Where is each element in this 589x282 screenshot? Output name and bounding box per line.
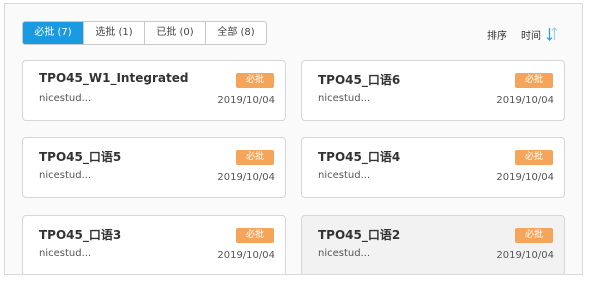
card-date: 2019/10/04	[217, 95, 275, 106]
card-author: nicestud...	[39, 248, 92, 259]
must-review-badge: 必批	[236, 150, 274, 165]
card-title: TPO45_口语4	[318, 150, 401, 164]
card-author: nicestud...	[318, 248, 371, 259]
must-review-badge: 必批	[515, 150, 553, 165]
card-title: TPO45_口语5	[39, 150, 122, 164]
assignment-card[interactable]: TPO45_口语3 必批 nicestud... 2019/10/04	[22, 215, 286, 274]
tab-optional-review[interactable]: 选批 (1)	[84, 22, 145, 44]
card-title: TPO45_口语2	[318, 228, 401, 242]
assignment-card[interactable]: TPO45_口语5 必批 nicestud... 2019/10/04	[22, 137, 286, 198]
card-date: 2019/10/04	[496, 172, 554, 183]
tab-must-review[interactable]: 必批 (7)	[23, 22, 84, 44]
card-title: TPO45_W1_Integrated	[39, 71, 189, 85]
card-date: 2019/10/04	[217, 250, 275, 261]
homework-panel: 必批 (7) 选批 (1) 已批 (0) 全部 (8) 排序 时间 TPO45_…	[4, 3, 583, 275]
card-date: 2019/10/04	[496, 250, 554, 261]
sort-by-time[interactable]: 时间	[521, 27, 541, 42]
card-date: 2019/10/04	[217, 172, 275, 183]
must-review-badge: 必批	[236, 228, 274, 243]
assignment-card[interactable]: TPO45_口语6 必批 nicestud... 2019/10/04	[301, 60, 565, 121]
tab-all[interactable]: 全部 (8)	[206, 22, 266, 44]
filter-tabs: 必批 (7) 选批 (1) 已批 (0) 全部 (8)	[22, 21, 267, 45]
card-title: TPO45_口语6	[318, 73, 401, 87]
must-review-badge: 必批	[515, 228, 553, 243]
must-review-badge: 必批	[236, 73, 274, 88]
card-author: nicestud...	[318, 170, 371, 181]
sort-label: 排序	[487, 30, 507, 42]
assignment-card[interactable]: TPO45_口语2 必批 nicestud... 2019/10/04	[301, 215, 565, 274]
card-date: 2019/10/04	[496, 95, 554, 106]
assignment-card[interactable]: TPO45_口语4 必批 nicestud... 2019/10/04	[301, 137, 565, 198]
sort-bar: 排序 时间	[487, 26, 558, 42]
tab-reviewed[interactable]: 已批 (0)	[145, 22, 206, 44]
card-author: nicestud...	[318, 93, 371, 104]
must-review-badge: 必批	[515, 73, 553, 88]
card-author: nicestud...	[39, 93, 92, 104]
sort-arrows-icon[interactable]	[546, 27, 558, 41]
card-author: nicestud...	[39, 170, 92, 181]
panel-body: 必批 (7) 选批 (1) 已批 (0) 全部 (8) 排序 时间 TPO45_…	[5, 4, 582, 274]
assignment-card[interactable]: TPO45_W1_Integrated 必批 nicestud... 2019/…	[22, 60, 286, 121]
card-title: TPO45_口语3	[39, 228, 122, 242]
